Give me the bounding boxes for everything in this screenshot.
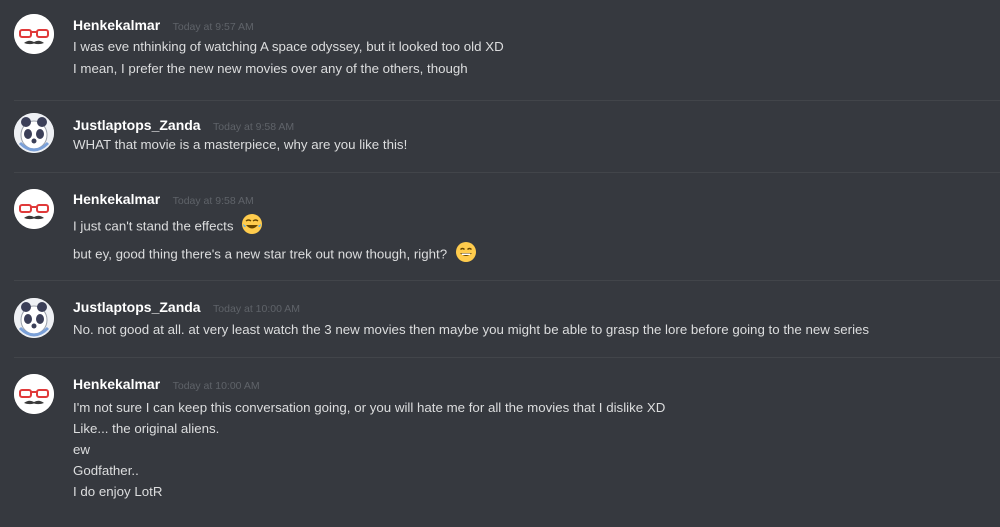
message-text: ew [73, 442, 90, 457]
username[interactable]: Henkekalmar [73, 376, 160, 392]
panda-avatar-icon [14, 113, 54, 153]
username[interactable]: Justlaptops_Zanda [73, 117, 201, 133]
avatar[interactable] [14, 189, 54, 229]
joy-emoji-icon[interactable] [241, 213, 263, 241]
message-line: but ey, good thing there's a new star tr… [73, 241, 477, 269]
message-text: but ey, good thing there's a new star tr… [73, 246, 448, 262]
mustache-glasses-avatar-icon [14, 189, 54, 229]
message-text: Godfather.. [73, 463, 139, 478]
message-group: Henkekalmar Today at 10:00 AM I'm not su… [0, 358, 1000, 527]
smile-emoji-icon[interactable] [455, 241, 477, 269]
username[interactable]: Justlaptops_Zanda [73, 299, 201, 315]
message-text: I just can't stand the effects [73, 218, 234, 234]
message-text: Like... the original aliens. [73, 421, 220, 436]
message-group: Henkekalmar Today at 9:57 AM I was eve n… [0, 0, 1000, 100]
timestamp: Today at 9:58 AM [172, 195, 254, 207]
avatar[interactable] [14, 14, 54, 54]
message-text: No. not good at all. at very least watch… [73, 322, 870, 337]
message-text: I'm not sure I can keep this conversatio… [73, 400, 666, 415]
username[interactable]: Henkekalmar [73, 17, 160, 33]
message-group: Henkekalmar Today at 9:58 AM I just can'… [0, 173, 1000, 280]
panda-avatar-icon [14, 298, 54, 338]
message-text: I mean, I prefer the new new movies over… [73, 61, 468, 76]
timestamp: Today at 9:57 AM [172, 21, 254, 33]
message-text: I was eve nthinking of watching A space … [73, 39, 504, 54]
timestamp: Today at 10:00 AM [213, 303, 301, 315]
timestamp: Today at 10:00 AM [172, 380, 260, 392]
chat-messages: Henkekalmar Today at 9:57 AM I was eve n… [0, 0, 1000, 527]
username[interactable]: Henkekalmar [73, 191, 160, 207]
avatar[interactable] [14, 374, 54, 414]
avatar[interactable] [14, 113, 54, 153]
message-text: WHAT that movie is a masterpiece, why ar… [73, 137, 408, 152]
mustache-glasses-avatar-icon [14, 14, 54, 54]
message-group: Justlaptops_Zanda Today at 9:58 AM WHAT … [0, 101, 1000, 172]
message-line: I just can't stand the effects [73, 213, 263, 241]
avatar[interactable] [14, 298, 54, 338]
timestamp: Today at 9:58 AM [213, 121, 295, 133]
message-text: I do enjoy LotR [73, 484, 163, 499]
message-group: Justlaptops_Zanda Today at 10:00 AM No. … [0, 281, 1000, 357]
mustache-glasses-avatar-icon [14, 374, 54, 414]
